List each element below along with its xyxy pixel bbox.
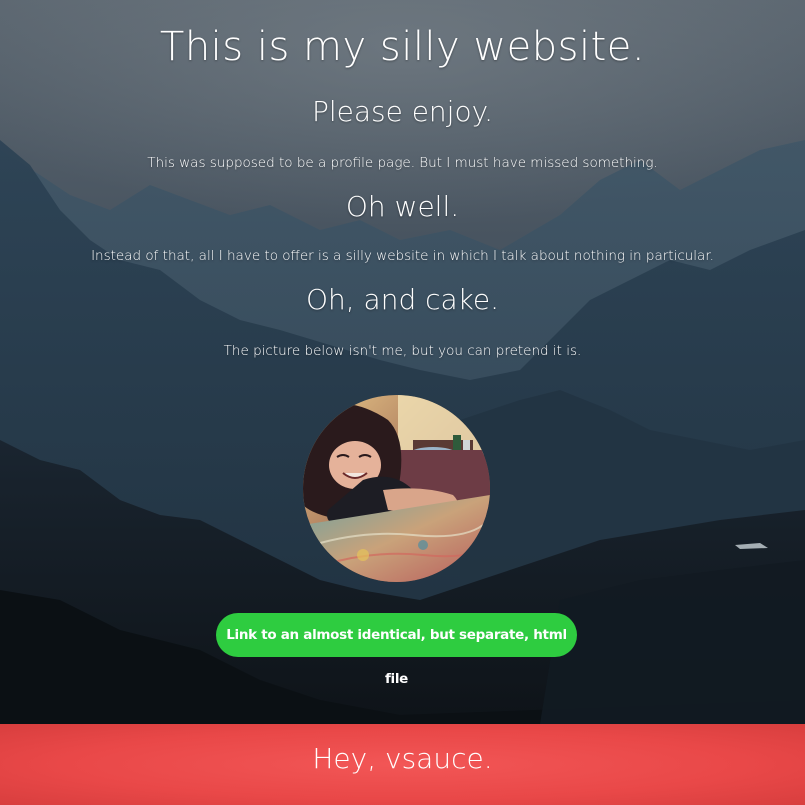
page: This is my silly website. Please enjoy. …: [0, 0, 805, 805]
html-file-link-button[interactable]: Link to an almost identical, but separat…: [216, 613, 577, 687]
description-paragraph: Instead of that, all I have to offer is …: [91, 248, 714, 264]
page-subtitle: Please enjoy.: [311, 95, 494, 128]
footer-text: Hey, vsauce.: [312, 742, 493, 775]
heading-oh-well: Oh well.: [345, 190, 460, 223]
page-title: This is my silly website.: [159, 24, 646, 70]
footer: Hey, vsauce.: [0, 724, 805, 805]
picture-caption: The picture below isn't me, but you can …: [223, 343, 582, 359]
profile-photo-icon: [303, 395, 490, 582]
heading-cake: Oh, and cake.: [305, 283, 500, 316]
intro-paragraph: This was supposed to be a profile page. …: [147, 155, 658, 171]
avatar: [303, 395, 490, 582]
